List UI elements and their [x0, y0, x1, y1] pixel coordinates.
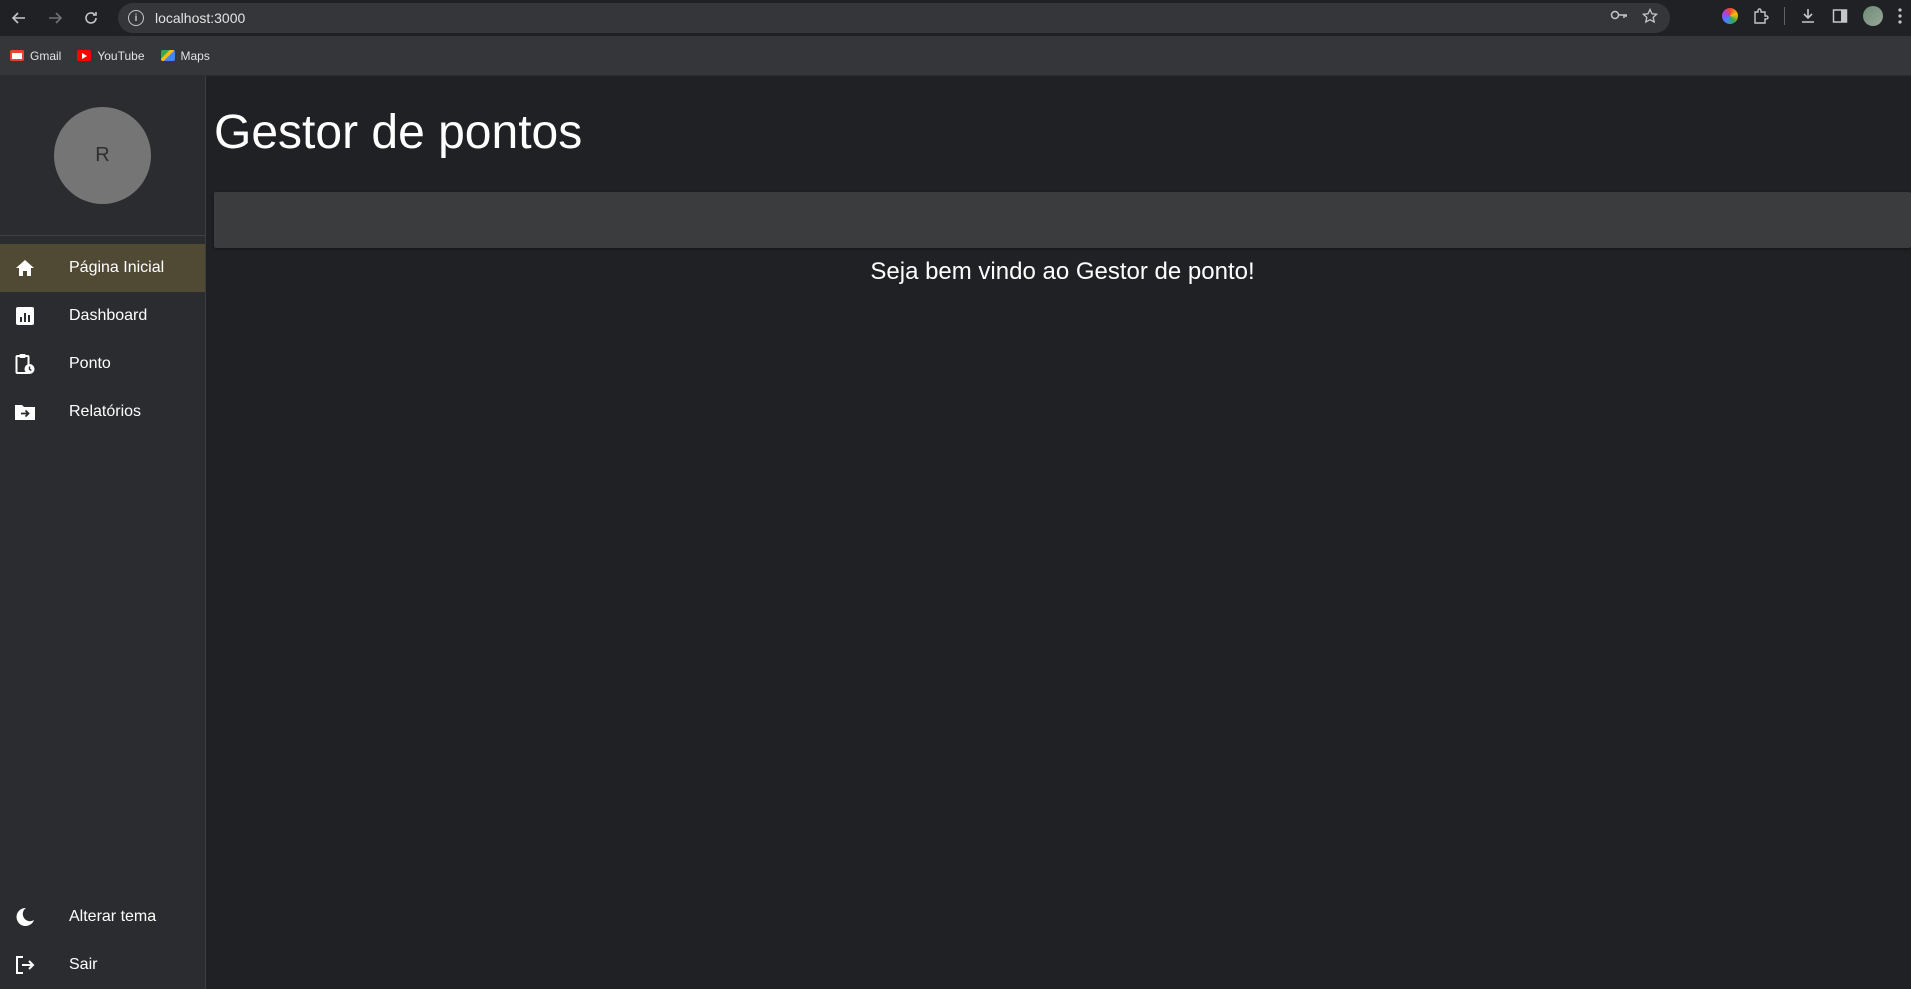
bookmark-label: Gmail	[30, 48, 62, 63]
sidebar-item-label: Ponto	[69, 355, 111, 372]
back-button[interactable]	[7, 6, 31, 30]
sidebar-item-label: Alterar tema	[69, 908, 157, 925]
sidebar-item-label: Sair	[69, 956, 98, 973]
app-bar	[214, 192, 1911, 248]
forward-button[interactable]	[43, 6, 67, 30]
address-bar[interactable]: i localhost:3000	[118, 3, 1670, 33]
sidebar: R Página Inicial Dashboard Ponto Relatór…	[0, 76, 206, 989]
sidebar-item-sair[interactable]: Sair	[0, 941, 205, 989]
bookmarks-bar: Gmail YouTube Maps	[0, 36, 1911, 76]
app-root: R Página Inicial Dashboard Ponto Relatór…	[0, 76, 1911, 989]
moon-icon	[13, 905, 37, 929]
bookmark-label: Maps	[180, 48, 210, 63]
site-info-icon[interactable]: i	[128, 10, 144, 26]
forward-arrow-icon	[49, 12, 63, 24]
gmail-icon	[10, 50, 24, 61]
bookmark-youtube[interactable]: YouTube	[77, 48, 145, 63]
reload-button[interactable]	[79, 6, 103, 30]
download-icon[interactable]	[1799, 7, 1817, 25]
url-text: localhost:3000	[155, 10, 246, 26]
color-extension-icon[interactable]	[1722, 8, 1738, 24]
avatar[interactable]: R	[54, 107, 151, 204]
main-content: Gestor de pontos Seja bem vindo ao Gesto…	[206, 76, 1911, 989]
sidebar-item-label: Relatórios	[69, 403, 142, 420]
welcome-message: Seja bem vindo ao Gestor de ponto!	[870, 258, 1255, 285]
sidebar-item-label: Página Inicial	[69, 259, 165, 276]
avatar-section: R	[0, 76, 205, 236]
toolbar-actions	[1722, 6, 1903, 26]
profile-avatar-icon[interactable]	[1863, 6, 1883, 26]
toolbar-separator	[1784, 7, 1785, 25]
clipboard-clock-icon	[13, 352, 37, 376]
maps-icon	[160, 50, 175, 61]
side-panel-icon[interactable]	[1831, 7, 1849, 25]
folder-arrow-icon	[13, 400, 37, 424]
sidebar-item-ponto[interactable]: Ponto	[0, 340, 205, 388]
extensions-puzzle-icon[interactable]	[1752, 7, 1770, 25]
bookmark-maps[interactable]: Maps	[160, 48, 210, 63]
password-key-icon[interactable]	[1610, 8, 1628, 22]
sidebar-bottom-menu: Alterar tema Sair	[0, 893, 205, 989]
back-arrow-icon	[11, 12, 25, 24]
bookmark-gmail[interactable]: Gmail	[10, 49, 61, 63]
sidebar-item-dashboard[interactable]: Dashboard	[0, 292, 205, 340]
chart-icon	[13, 304, 37, 328]
sidebar-item-pagina-inicial[interactable]: Página Inicial	[0, 244, 205, 292]
page-title: Gestor de pontos	[214, 106, 583, 159]
sidebar-menu: Página Inicial Dashboard Ponto Relatório…	[0, 244, 205, 436]
sidebar-item-label: Dashboard	[69, 307, 148, 324]
reload-icon	[85, 12, 97, 24]
bookmark-label: YouTube	[97, 48, 145, 63]
sidebar-item-alterar-tema[interactable]: Alterar tema	[0, 893, 205, 941]
kebab-menu-icon[interactable]	[1897, 7, 1903, 25]
home-icon	[13, 256, 37, 280]
logout-icon	[13, 953, 37, 977]
browser-toolbar: i localhost:3000	[0, 0, 1911, 36]
nav-buttons	[7, 6, 103, 30]
sidebar-item-relatorios[interactable]: Relatórios	[0, 388, 205, 436]
bookmark-star-icon[interactable]	[1642, 8, 1658, 24]
youtube-icon	[77, 50, 92, 61]
